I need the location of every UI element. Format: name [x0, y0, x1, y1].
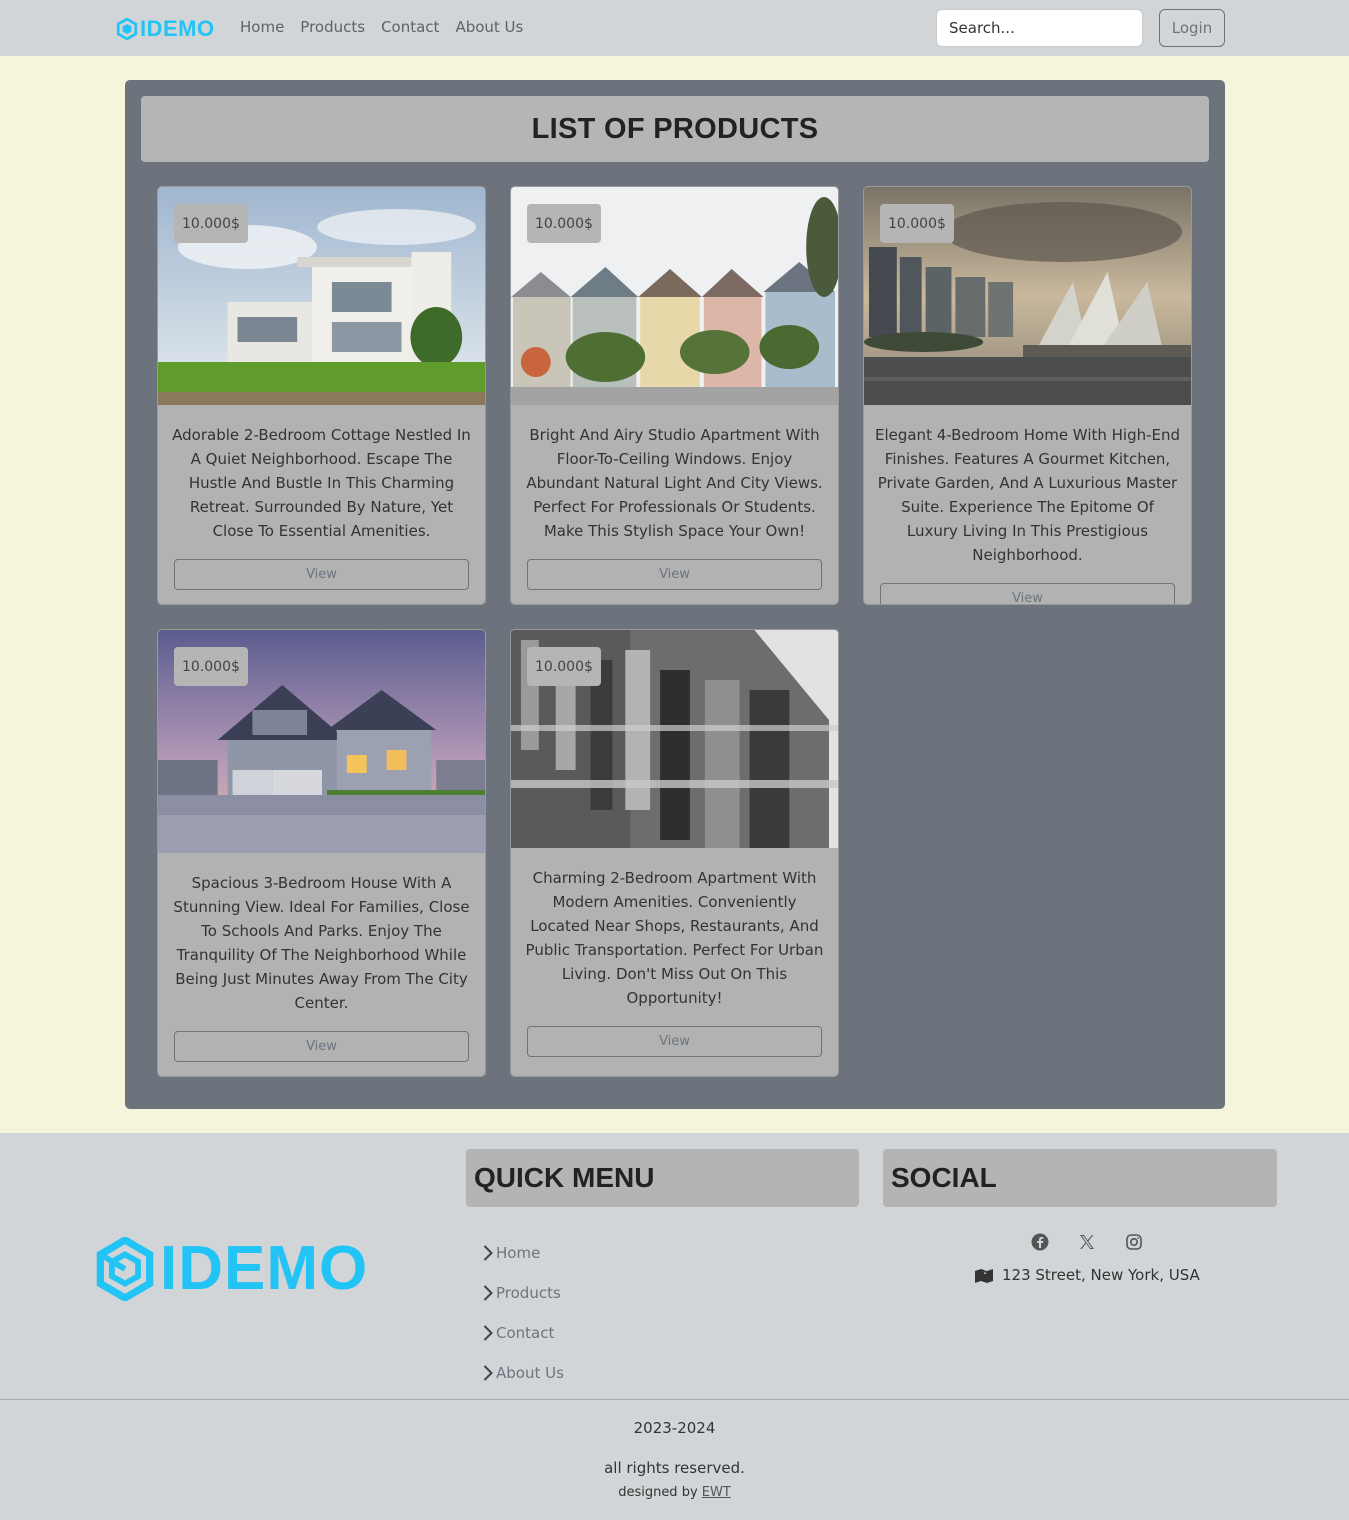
- product-card: 10.000$ Charming 2-Bedroom Apartment Wit…: [510, 629, 839, 1077]
- nav-link-home[interactable]: Home: [240, 18, 284, 36]
- footer-divider: [0, 1399, 1349, 1400]
- facebook-icon[interactable]: [1031, 1233, 1049, 1251]
- social-icons: [1031, 1233, 1143, 1251]
- chevron-right-icon: [483, 1325, 493, 1341]
- brand-logo[interactable]: IDEMO: [116, 16, 215, 42]
- product-image-facade[interactable]: 10.000$: [511, 630, 838, 848]
- hexagon-logo-icon: [96, 1236, 154, 1301]
- copyright-text: all rights reserved.: [604, 1459, 745, 1477]
- quick-menu-header: QUICK MENU: [466, 1149, 859, 1207]
- price-badge: 10.000$: [527, 204, 601, 243]
- product-image-row-houses[interactable]: 10.000$: [511, 187, 838, 405]
- products-panel: LIST OF PRODUCTS 10.000$ Adorable 2-Bedr…: [125, 80, 1225, 1109]
- view-button[interactable]: View: [880, 583, 1175, 604]
- address: 123 Street, New York, USA: [975, 1266, 1200, 1284]
- brand-name: IDEMO: [140, 16, 215, 41]
- quick-menu-item-products[interactable]: Products: [482, 1273, 564, 1313]
- price-badge: 10.000$: [174, 647, 248, 686]
- chevron-right-icon: [483, 1365, 493, 1381]
- address-text: 123 Street, New York, USA: [1002, 1266, 1200, 1284]
- quick-menu-item-about-us[interactable]: About Us: [482, 1353, 564, 1393]
- product-description: Adorable 2-Bedroom Cottage Nestled In A …: [172, 426, 471, 540]
- view-button[interactable]: View: [527, 1026, 822, 1057]
- page-title-box: LIST OF PRODUCTS: [141, 96, 1209, 162]
- nav-link-products[interactable]: Products: [300, 18, 365, 36]
- login-button[interactable]: Login: [1159, 9, 1225, 47]
- footer-logo[interactable]: IDEMO: [96, 1233, 368, 1304]
- designed-by: designed by EWT: [0, 1485, 1349, 1500]
- product-image-suburban-house[interactable]: 10.000$: [158, 630, 485, 853]
- product-card: 10.000$ Adorable 2-Bedroom Cottage Nestl…: [157, 186, 486, 605]
- copyright-years: 2023-2024: [633, 1419, 716, 1437]
- footer-brand-name: IDEMO: [160, 1234, 369, 1303]
- price-badge: 10.000$: [174, 204, 248, 243]
- navbar: IDEMO Home Products Contact About Us Log…: [0, 0, 1349, 56]
- quick-menu-item-contact[interactable]: Contact: [482, 1313, 564, 1353]
- chevron-right-icon: [483, 1245, 493, 1261]
- instagram-icon[interactable]: [1125, 1233, 1143, 1251]
- quick-menu-item-home[interactable]: Home: [482, 1233, 564, 1273]
- page-title: LIST OF PRODUCTS: [531, 112, 819, 145]
- view-button[interactable]: View: [527, 559, 822, 590]
- price-badge: 10.000$: [880, 204, 954, 243]
- x-twitter-icon[interactable]: [1078, 1233, 1096, 1251]
- nav-link-about-us[interactable]: About Us: [455, 18, 523, 36]
- designer-link[interactable]: EWT: [702, 1485, 731, 1500]
- quick-menu-label: Contact: [496, 1324, 555, 1342]
- main-nav: Home Products Contact About Us: [240, 18, 523, 36]
- quick-menu-label: Products: [496, 1284, 561, 1302]
- hexagon-logo-icon: [116, 18, 138, 40]
- product-description: Spacious 3-Bedroom House With A Stunning…: [173, 874, 470, 1012]
- quick-menu-label: About Us: [496, 1364, 564, 1382]
- map-location-icon: [975, 1269, 993, 1283]
- product-image-opera-house[interactable]: 10.000$: [864, 187, 1191, 405]
- product-description: Elegant 4-Bedroom Home With High-End Fin…: [874, 426, 1181, 564]
- product-card: 10.000$ Spacious 3-Bedroom House With A …: [157, 629, 486, 1077]
- social-title: SOCIAL: [891, 1162, 997, 1193]
- social-header: SOCIAL: [883, 1149, 1277, 1207]
- designed-by-label: designed by: [618, 1485, 698, 1500]
- product-description: Charming 2-Bedroom Apartment With Modern…: [525, 869, 824, 1007]
- view-button[interactable]: View: [174, 1031, 469, 1062]
- footer: IDEMO QUICK MENU Home Products Contact A…: [0, 1133, 1349, 1520]
- product-card: 10.000$ Elegant 4-Bedroom Home With High…: [863, 186, 1192, 605]
- quick-menu-list: Home Products Contact About Us: [482, 1233, 564, 1393]
- nav-link-contact[interactable]: Contact: [381, 18, 439, 36]
- product-description: Bright And Airy Studio Apartment With Fl…: [526, 426, 823, 540]
- chevron-right-icon: [483, 1285, 493, 1301]
- quick-menu-label: Home: [496, 1244, 541, 1262]
- product-image-villa[interactable]: 10.000$: [158, 187, 485, 405]
- product-card: 10.000$ Bright And Airy Studio Apartment…: [510, 186, 839, 605]
- price-badge: 10.000$: [527, 647, 601, 686]
- view-button[interactable]: View: [174, 559, 469, 590]
- quick-menu-title: QUICK MENU: [474, 1162, 655, 1193]
- search-input[interactable]: [936, 9, 1143, 47]
